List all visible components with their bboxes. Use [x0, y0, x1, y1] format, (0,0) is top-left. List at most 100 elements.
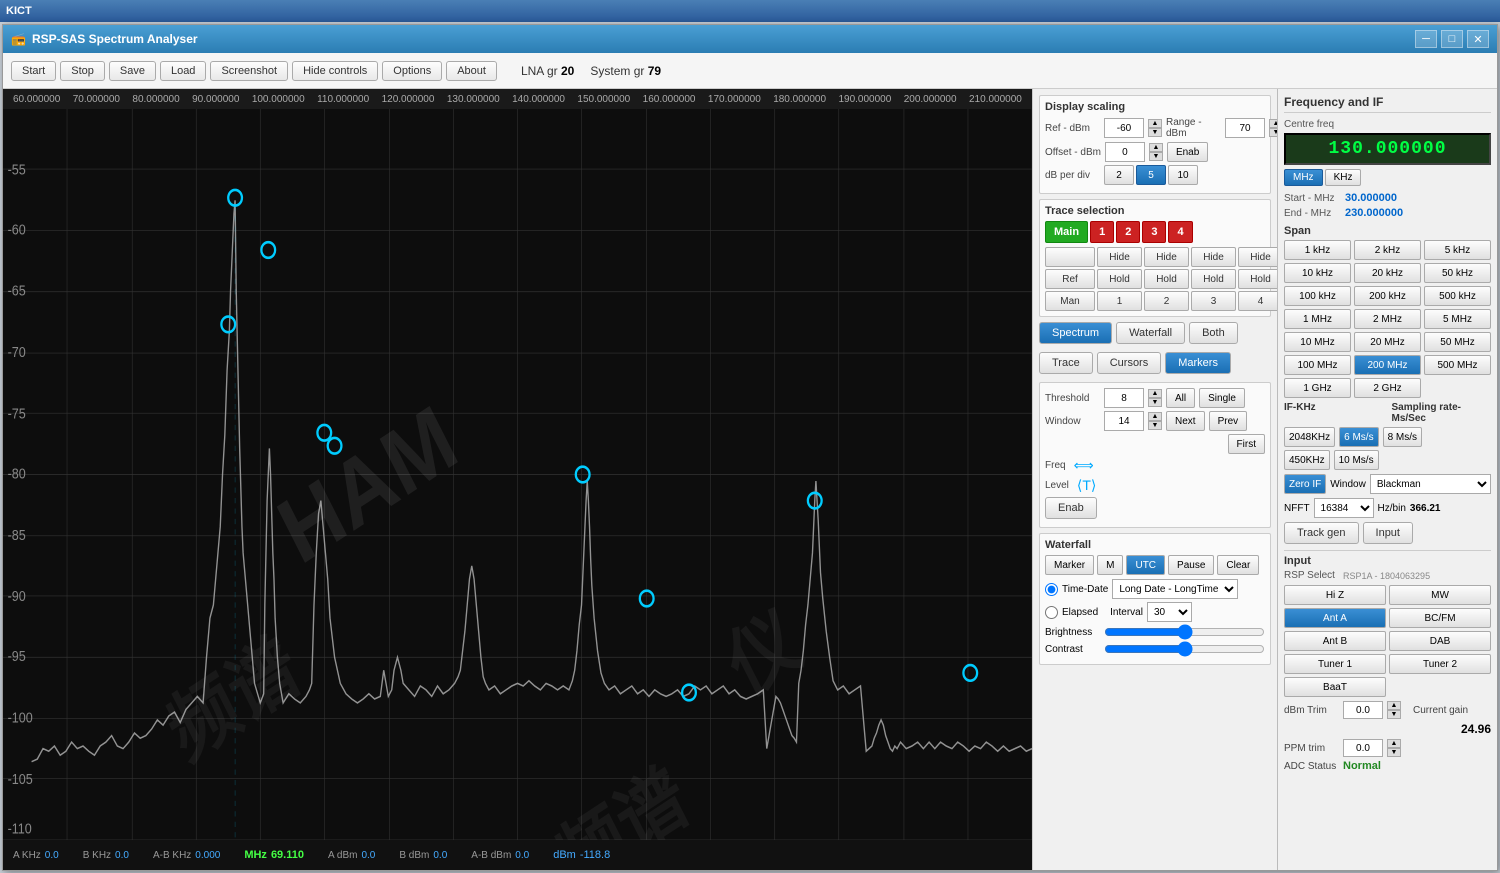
ppm-trim-up[interactable]: ▲ [1387, 739, 1401, 748]
dab-button[interactable]: DAB [1389, 631, 1491, 651]
db-10-button[interactable]: 10 [1168, 165, 1198, 185]
trace-hold-2[interactable]: Hold [1144, 269, 1189, 289]
hide-controls-button[interactable]: Hide controls [292, 61, 378, 81]
offset-down[interactable]: ▼ [1149, 152, 1163, 161]
spectrum-canvas[interactable]: -55 -60 -65 -70 -75 -80 -85 -90 -95 -100… [3, 109, 1032, 840]
ref-up[interactable]: ▲ [1148, 119, 1162, 128]
span-1mhz[interactable]: 1 MHz [1284, 309, 1351, 329]
if-2048-button[interactable]: 2048KHz [1284, 427, 1335, 447]
trace-hide-4[interactable]: Hide [1238, 247, 1277, 267]
span-2ghz[interactable]: 2 GHz [1354, 378, 1421, 398]
range-down[interactable]: ▼ [1269, 128, 1277, 137]
mhz-unit-button[interactable]: MHz [1284, 169, 1323, 186]
span-50khz[interactable]: 50 kHz [1424, 263, 1491, 283]
range-input[interactable] [1225, 118, 1265, 138]
brightness-slider[interactable] [1104, 625, 1265, 639]
dbm-trim-up[interactable]: ▲ [1387, 701, 1401, 710]
stop-button[interactable]: Stop [60, 61, 105, 81]
markers-btn[interactable]: Markers [1165, 352, 1231, 374]
trace-hold-4[interactable]: Hold [1238, 269, 1277, 289]
trace-1-button[interactable]: 1 [1090, 221, 1114, 243]
markers-enab-button[interactable]: Enab [1045, 497, 1097, 519]
ppm-trim-down[interactable]: ▼ [1387, 748, 1401, 757]
span-1khz[interactable]: 1 kHz [1284, 240, 1351, 260]
trace-hide-main[interactable] [1045, 247, 1095, 267]
sr-8-button[interactable]: 8 Ms/s [1383, 427, 1422, 447]
threshold-up[interactable]: ▲ [1148, 389, 1162, 398]
span-5mhz[interactable]: 5 MHz [1424, 309, 1491, 329]
trace-4-button[interactable]: 4 [1168, 221, 1192, 243]
threshold-input[interactable] [1104, 388, 1144, 408]
db-5-button[interactable]: 5 [1136, 165, 1166, 185]
span-20mhz[interactable]: 20 MHz [1354, 332, 1421, 352]
if-450-button[interactable]: 450KHz [1284, 450, 1330, 470]
cursors-btn[interactable]: Cursors [1097, 352, 1162, 374]
ant-b-button[interactable]: Ant B [1284, 631, 1386, 651]
span-200mhz[interactable]: 200 MHz [1354, 355, 1421, 375]
contrast-slider[interactable] [1104, 642, 1265, 656]
ant-a-button[interactable]: Ant A [1284, 608, 1386, 628]
time-date-radio[interactable] [1045, 583, 1058, 596]
offset-up[interactable]: ▲ [1149, 143, 1163, 152]
markers-first-button[interactable]: First [1228, 434, 1265, 454]
trace-ref-main[interactable]: Ref [1045, 269, 1095, 289]
wf-clear-button[interactable]: Clear [1217, 555, 1259, 575]
threshold-down[interactable]: ▼ [1148, 398, 1162, 407]
trace-hold-3[interactable]: Hold [1191, 269, 1236, 289]
spectrum-button[interactable]: Spectrum [1039, 322, 1112, 344]
window-input[interactable] [1104, 411, 1144, 431]
trace-3-button[interactable]: 3 [1142, 221, 1166, 243]
screenshot-button[interactable]: Screenshot [210, 61, 288, 81]
nfft-dropdown[interactable]: 16384 [1314, 498, 1374, 518]
window-up[interactable]: ▲ [1148, 412, 1162, 421]
ref-down[interactable]: ▼ [1148, 128, 1162, 137]
time-date-dropdown[interactable]: Long Date - LongTime [1112, 579, 1238, 599]
dbm-trim-down[interactable]: ▼ [1387, 710, 1401, 719]
sr-6-button[interactable]: 6 Ms/s [1339, 427, 1378, 447]
wf-marker-button[interactable]: Marker [1045, 555, 1094, 575]
khz-unit-button[interactable]: KHz [1325, 169, 1362, 186]
tuner1-button[interactable]: Tuner 1 [1284, 654, 1386, 674]
bc-fm-button[interactable]: BC/FM [1389, 608, 1491, 628]
span-500khz[interactable]: 500 kHz [1424, 286, 1491, 306]
span-2khz[interactable]: 2 kHz [1354, 240, 1421, 260]
trace-2-button[interactable]: 2 [1116, 221, 1140, 243]
save-button[interactable]: Save [109, 61, 156, 81]
close-button[interactable]: ✕ [1467, 30, 1489, 48]
markers-all-button[interactable]: All [1166, 388, 1195, 408]
span-100mhz[interactable]: 100 MHz [1284, 355, 1351, 375]
trace-man[interactable]: Man [1045, 291, 1095, 311]
track-gen-button[interactable]: Track gen [1284, 522, 1359, 544]
offset-enab-button[interactable]: Enab [1167, 142, 1208, 162]
elapsed-radio[interactable] [1045, 606, 1058, 619]
span-1ghz[interactable]: 1 GHz [1284, 378, 1351, 398]
trace-hide-1[interactable]: Hide [1097, 247, 1142, 267]
trace-main-button[interactable]: Main [1045, 221, 1088, 243]
ppm-trim-input[interactable] [1343, 739, 1383, 757]
window-dropdown[interactable]: Blackman [1370, 474, 1491, 494]
options-button[interactable]: Options [382, 61, 442, 81]
span-200khz[interactable]: 200 kHz [1354, 286, 1421, 306]
dbm-trim-input[interactable] [1343, 701, 1383, 719]
waterfall-button[interactable]: Waterfall [1116, 322, 1185, 344]
trace-btn[interactable]: Trace [1039, 352, 1093, 374]
load-button[interactable]: Load [160, 61, 206, 81]
wf-utc-button[interactable]: UTC [1126, 555, 1165, 575]
span-100khz[interactable]: 100 kHz [1284, 286, 1351, 306]
offset-input[interactable] [1105, 142, 1145, 162]
tuner2-button[interactable]: Tuner 2 [1389, 654, 1491, 674]
sr-10-button[interactable]: 10 Ms/s [1334, 450, 1379, 470]
span-50mhz[interactable]: 50 MHz [1424, 332, 1491, 352]
start-button[interactable]: Start [11, 61, 56, 81]
minimize-button[interactable]: ─ [1415, 30, 1437, 48]
markers-next-button[interactable]: Next [1166, 411, 1205, 431]
interval-dropdown[interactable]: 30 [1147, 602, 1192, 622]
range-up[interactable]: ▲ [1269, 119, 1277, 128]
input-btn[interactable]: Input [1363, 522, 1413, 544]
hi-z-button[interactable]: Hi Z [1284, 585, 1386, 605]
maximize-button[interactable]: □ [1441, 30, 1463, 48]
markers-prev-button[interactable]: Prev [1209, 411, 1248, 431]
trace-hold-1[interactable]: Hold [1097, 269, 1142, 289]
baat-button[interactable]: BaaT [1284, 677, 1386, 697]
wf-pause-button[interactable]: Pause [1168, 555, 1214, 575]
